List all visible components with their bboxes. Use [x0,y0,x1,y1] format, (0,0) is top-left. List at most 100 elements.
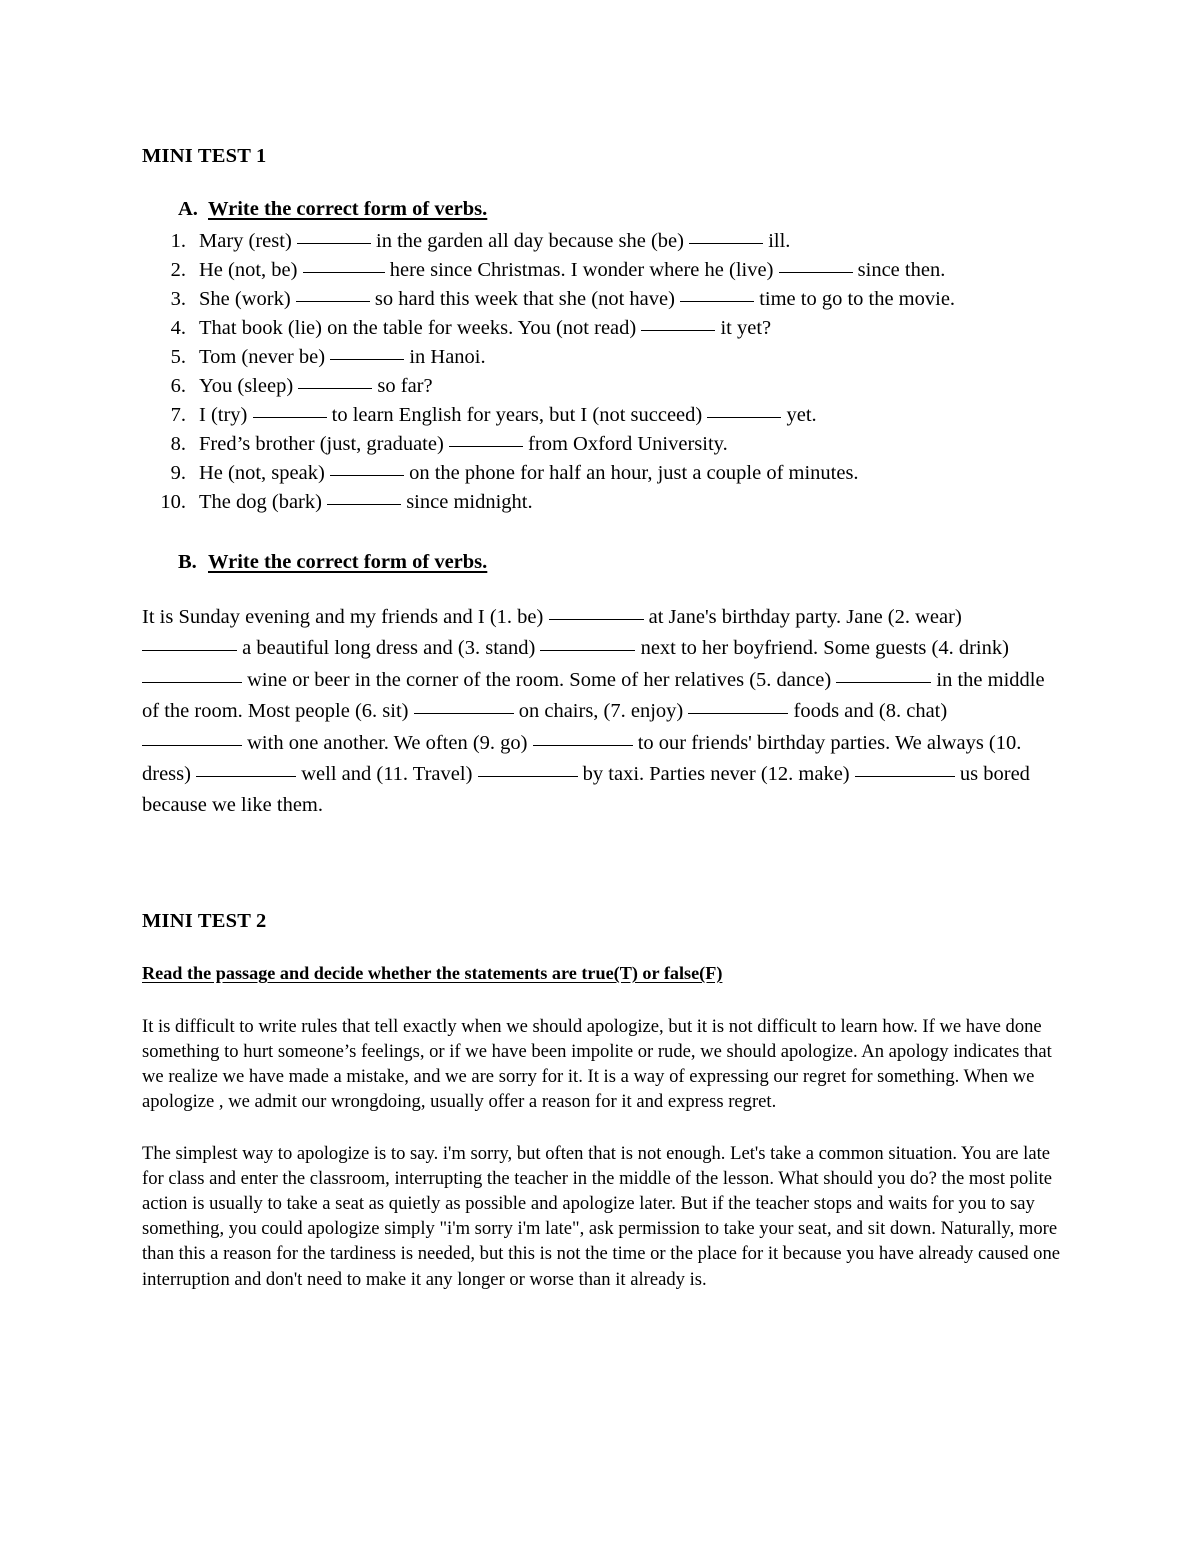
question-item: 9. He (not, speak) on the phone for half… [142,459,1060,488]
question-text-pre: He (not, speak) [199,462,325,484]
question-text-post: from Oxford University. [528,433,728,455]
section-a-title: Write the correct form of verbs. [208,198,488,220]
answer-blank[interactable] [295,301,370,302]
document-page: MINI TEST 1 A. Write the correct form of… [0,0,1200,1553]
question-number: 10. [160,491,186,513]
section-b-title: Write the correct form of verbs. [208,551,488,573]
question-number: 9. [170,462,186,484]
cloze-text: a beautiful long dress and (3. stand) [242,637,536,660]
answer-blank[interactable] [196,776,297,778]
question-text-post: so far? [377,375,433,397]
answer-blank[interactable] [298,388,373,389]
answer-blank[interactable] [689,243,764,244]
cloze-text: at Jane's birthday party. Jane (2. wear) [648,606,962,628]
answer-blank[interactable] [532,744,633,746]
answer-blank[interactable] [688,713,789,715]
answer-blank[interactable] [142,681,242,683]
cloze-text: foods and (8. chat) [793,700,948,723]
answer-blank[interactable] [641,330,716,331]
section-b-letter: B. [178,551,197,573]
question-number: 6. [170,375,186,397]
question-number: 4. [170,317,186,339]
question-text-post: yet. [786,404,817,426]
question-number: 1. [170,230,186,252]
mini-test-1-heading: MINI TEST 1 [142,145,267,167]
answer-blank[interactable] [413,713,514,715]
answer-blank[interactable] [836,681,932,683]
passage-paragraph-1: It is difficult to write rules that tell… [142,1015,1052,1113]
question-text-post: in Hanoi. [409,346,486,368]
question-text: He (not, speak) on the phone for half an… [186,459,971,488]
section-b-header: B. Write the correct form of verbs. [142,551,1060,574]
answer-blank[interactable] [477,776,578,778]
question-text: Tom (never be) in Hanoi. [186,343,971,372]
section-a-question-list: 1. Mary (rest) in the garden all day bec… [142,227,1060,517]
question-item: 5. Tom (never be) in Hanoi. [142,343,1060,372]
cloze-text: It is Sunday evening and my friends and … [142,606,544,628]
section-a-header: A. Write the correct form of verbs. [142,198,1060,221]
question-item: 1. Mary (rest) in the garden all day bec… [142,227,1060,256]
question-item: 10. The dog (bark) since midnight. [142,488,1060,517]
answer-blank[interactable] [142,650,237,652]
question-text-post: it yet? [720,317,772,339]
question-text: She (work) so hard this week that she (n… [186,285,971,314]
question-item: 3. She (work) so hard this week that she… [142,285,1060,314]
question-text-pre: Tom (never be) [199,346,326,368]
question-text-pre: I (try) [199,404,248,426]
question-number: 8. [170,433,186,455]
question-item: 2. He (not, be) here since Christmas. I … [142,256,1060,285]
answer-blank[interactable] [854,776,955,778]
answer-blank[interactable] [327,504,402,505]
answer-blank[interactable] [778,272,853,273]
question-text-mid: here since Christmas. I wonder where he … [389,259,774,281]
question-text-post: time to go to the movie. [759,288,956,310]
question-number: 2. [170,259,186,281]
cloze-text: by taxi. Parties never (12. make) [582,763,850,786]
answer-blank[interactable] [680,301,755,302]
question-text-pre: The dog (bark) [199,491,322,513]
answer-blank[interactable] [540,650,636,652]
question-text: Fred’s brother (just, graduate) from Oxf… [186,430,971,459]
answer-blank[interactable] [302,272,385,273]
answer-blank[interactable] [142,744,242,746]
answer-blank[interactable] [252,417,327,418]
question-text-pre: You (sleep) [199,375,294,397]
question-text-pre: She (work) [199,288,291,310]
question-text: He (not, be) here since Christmas. I won… [186,256,971,285]
question-text-pre: Mary (rest) [199,230,292,252]
question-text: I (try) to learn English for years, but … [186,401,971,430]
question-text-post: on the phone for half an hour, just a co… [409,462,859,484]
answer-blank[interactable] [707,417,782,418]
question-item: 8. Fred’s brother (just, graduate) from … [142,430,1060,459]
answer-blank[interactable] [296,243,371,244]
question-text-mid: so hard this week that she (not have) [374,288,675,310]
question-text: That book (lie) on the table for weeks. … [186,314,971,343]
question-text-pre: He (not, be) [199,259,298,281]
section-a-letter: A. [178,198,198,220]
answer-blank[interactable] [548,619,644,620]
question-number: 3. [170,288,186,310]
cloze-text: well and (11. Travel) [301,763,473,786]
question-number: 5. [170,346,186,368]
answer-blank[interactable] [448,446,523,447]
question-text: Mary (rest) in the garden all day becaus… [186,227,971,256]
question-text-post: since midnight. [406,491,533,513]
passage-paragraph-2: The simplest way to apologize is to say.… [142,1142,1061,1290]
cloze-text: with one another. We often (9. go) [247,731,528,754]
question-item: 4. That book (lie) on the table for week… [142,314,1060,343]
answer-blank[interactable] [330,359,405,360]
question-text-pre: That book (lie) on the table for weeks. … [199,317,637,339]
question-text: The dog (bark) since midnight. [186,488,971,517]
question-text: You (sleep) so far? [186,372,971,401]
question-item: 6. You (sleep) so far? [142,372,1060,401]
answer-blank[interactable] [329,475,404,476]
question-text-post: since then. [857,259,946,281]
question-number: 7. [170,404,186,426]
question-text-pre: Fred’s brother (just, graduate) [199,433,444,455]
cloze-text: wine or beer in the corner of the room. … [247,668,832,691]
section-b-paragraph: It is Sunday evening and my friends and … [142,602,1047,822]
cloze-text: next to her boyfriend. Some guests (4. d… [640,637,1009,660]
reading-instruction: Read the passage and decide whether the … [142,962,723,983]
question-item: 7. I (try) to learn English for years, b… [142,401,1060,430]
